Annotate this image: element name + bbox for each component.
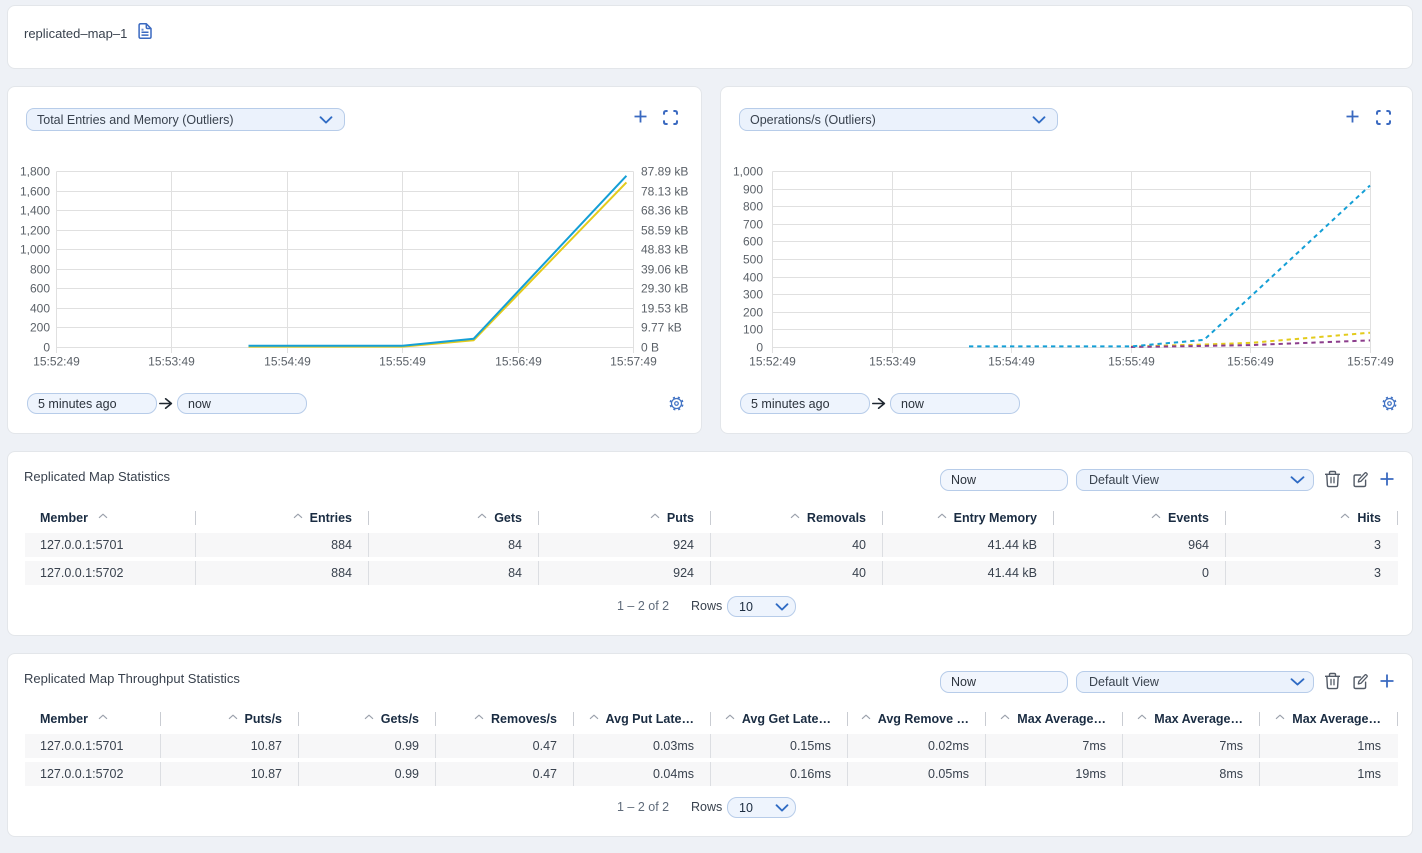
- svg-text:400: 400: [743, 271, 763, 285]
- svg-text:15:52:49: 15:52:49: [749, 354, 796, 368]
- svg-text:15:52:49: 15:52:49: [33, 354, 80, 368]
- svg-text:15:57:49: 15:57:49: [1347, 354, 1394, 368]
- svg-text:15:53:49: 15:53:49: [148, 354, 195, 368]
- svg-text:87.89 kB: 87.89 kB: [641, 165, 688, 179]
- svg-text:9.77 kB: 9.77 kB: [641, 321, 682, 335]
- svg-text:1,200: 1,200: [20, 224, 50, 238]
- svg-text:15:54:49: 15:54:49: [988, 354, 1035, 368]
- svg-text:1,600: 1,600: [20, 185, 50, 199]
- svg-text:700: 700: [743, 218, 763, 232]
- svg-text:600: 600: [30, 282, 50, 296]
- svg-text:15:56:49: 15:56:49: [495, 354, 542, 368]
- svg-text:1,000: 1,000: [733, 165, 763, 179]
- svg-text:68.36 kB: 68.36 kB: [641, 204, 688, 218]
- svg-text:15:56:49: 15:56:49: [1227, 354, 1274, 368]
- svg-text:300: 300: [743, 288, 763, 302]
- svg-text:800: 800: [743, 200, 763, 214]
- svg-text:19.53 kB: 19.53 kB: [641, 302, 688, 316]
- svg-text:15:53:49: 15:53:49: [869, 354, 916, 368]
- svg-text:1,000: 1,000: [20, 243, 50, 257]
- svg-text:15:54:49: 15:54:49: [264, 354, 311, 368]
- svg-text:900: 900: [743, 183, 763, 197]
- svg-text:800: 800: [30, 263, 50, 277]
- svg-text:200: 200: [743, 306, 763, 320]
- svg-text:29.30 kB: 29.30 kB: [641, 282, 688, 296]
- svg-text:0 B: 0 B: [641, 341, 659, 355]
- svg-text:15:55:49: 15:55:49: [379, 354, 426, 368]
- svg-text:500: 500: [743, 253, 763, 267]
- svg-text:100: 100: [743, 323, 763, 337]
- svg-text:58.59 kB: 58.59 kB: [641, 224, 688, 238]
- svg-text:15:55:49: 15:55:49: [1108, 354, 1155, 368]
- svg-text:78.13 kB: 78.13 kB: [641, 185, 688, 199]
- svg-text:200: 200: [30, 321, 50, 335]
- svg-text:0: 0: [43, 341, 50, 355]
- svg-text:48.83 kB: 48.83 kB: [641, 243, 688, 257]
- svg-text:15:57:49: 15:57:49: [610, 354, 657, 368]
- svg-text:1,800: 1,800: [20, 165, 50, 179]
- svg-text:39.06 kB: 39.06 kB: [641, 263, 688, 277]
- svg-text:400: 400: [30, 302, 50, 316]
- svg-text:0: 0: [756, 341, 763, 355]
- svg-text:1,400: 1,400: [20, 204, 50, 218]
- svg-text:600: 600: [743, 235, 763, 249]
